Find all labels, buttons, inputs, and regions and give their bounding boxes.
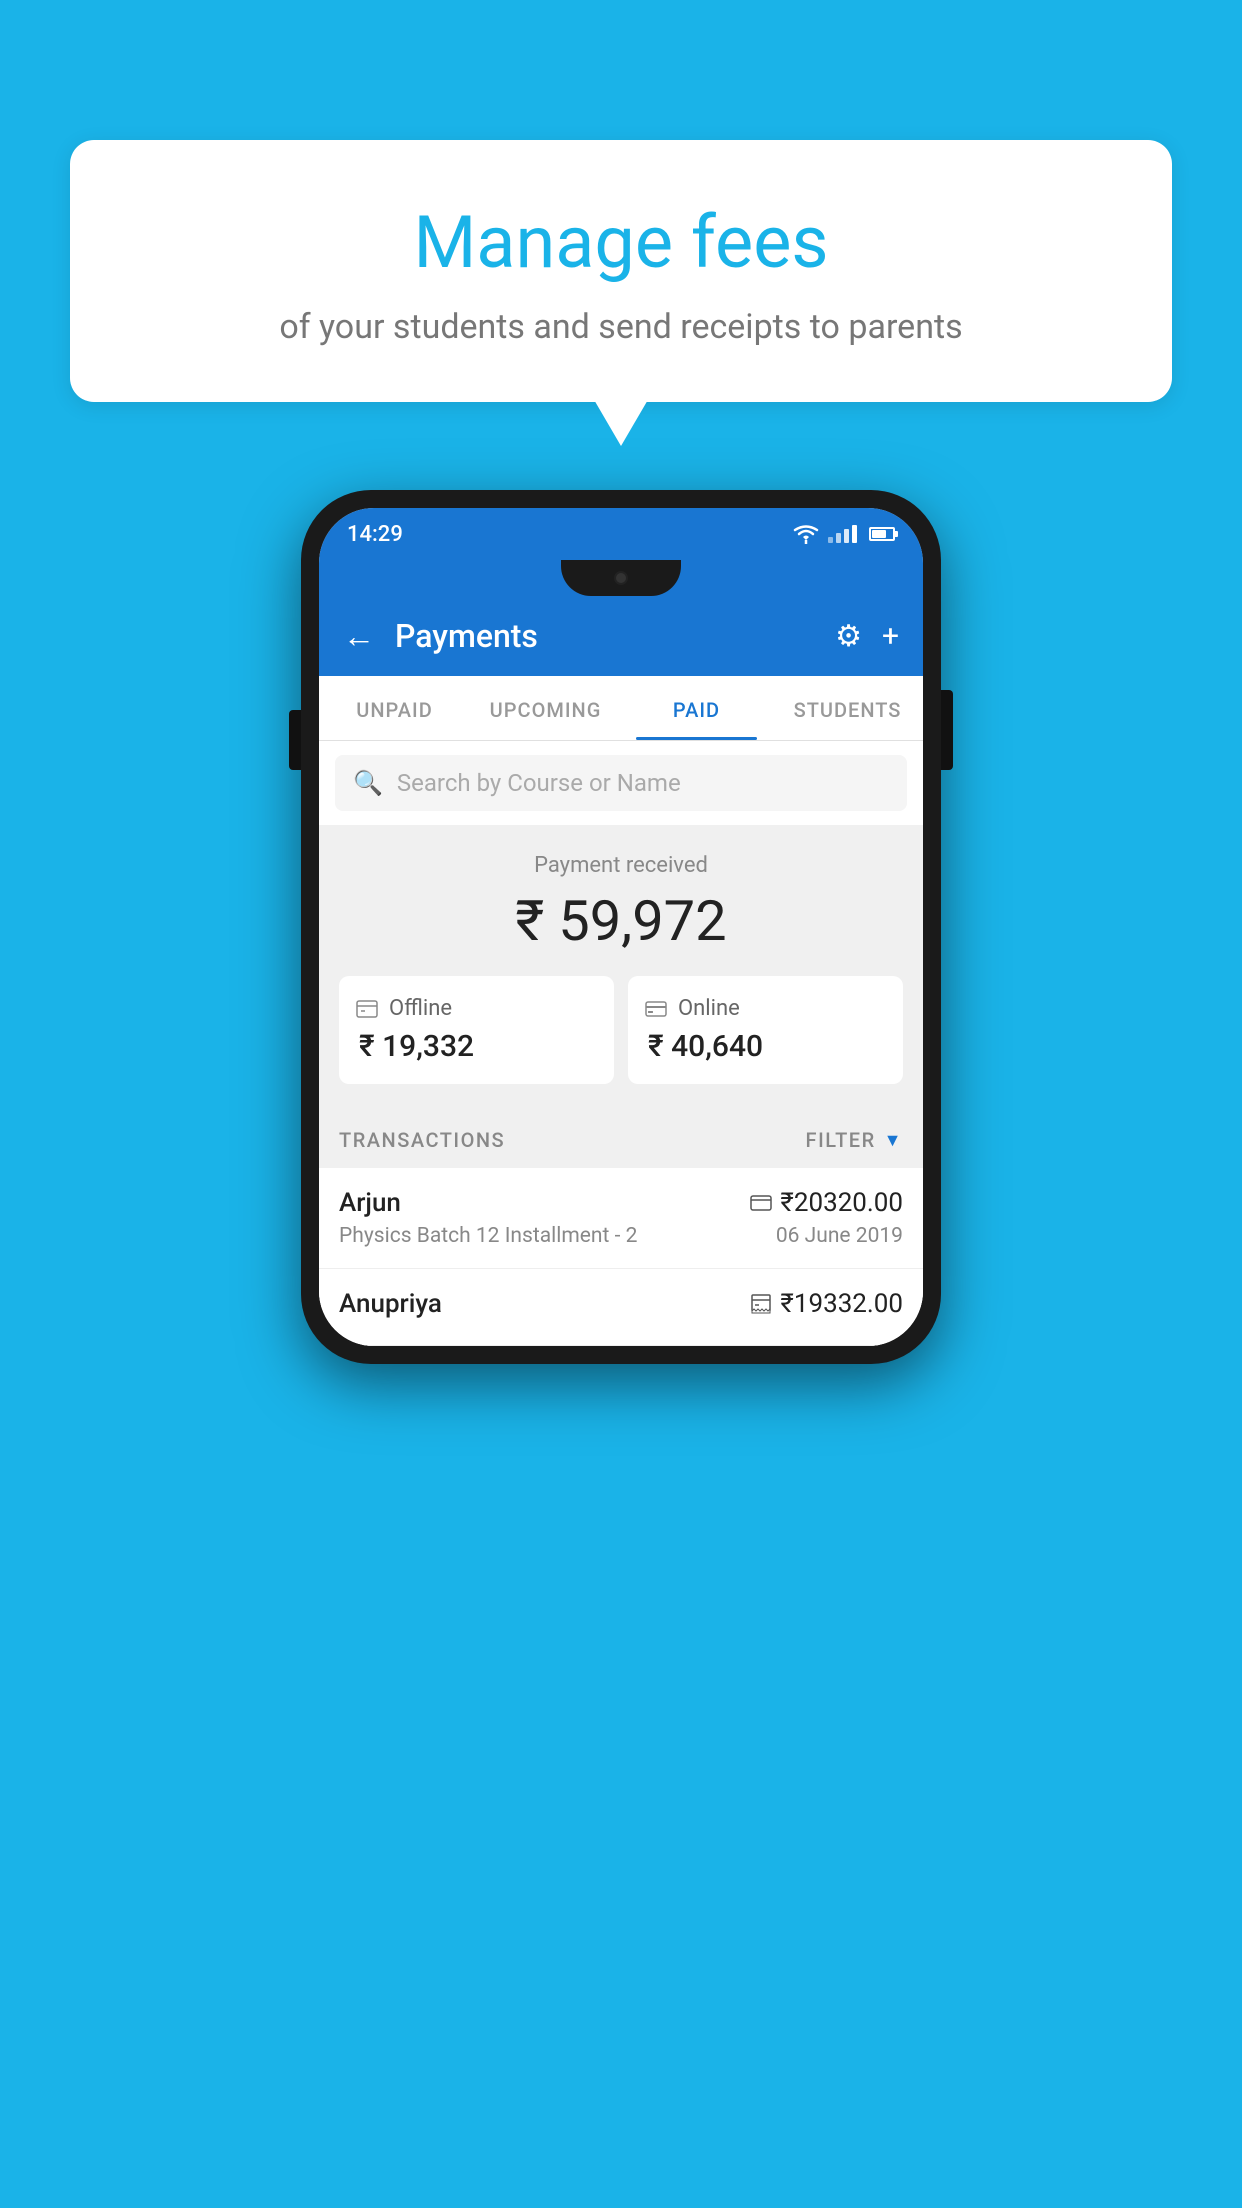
online-payment-icon: [644, 997, 668, 1021]
offline-label: Offline: [389, 996, 452, 1021]
transaction-amount: ₹20320.00: [780, 1188, 903, 1218]
notch-area: [319, 560, 923, 596]
tab-unpaid[interactable]: UNPAID: [319, 676, 470, 740]
online-card: Online ₹ 40,640: [628, 976, 903, 1084]
wifi-icon: [792, 524, 820, 544]
online-card-top: Online: [644, 996, 887, 1021]
speech-bubble-container: Manage fees of your students and send re…: [70, 140, 1172, 402]
payment-summary: Payment received ₹ 59,972 O: [319, 825, 923, 1108]
payment-cards: Offline ₹ 19,332: [339, 976, 903, 1084]
tab-paid[interactable]: PAID: [621, 676, 772, 740]
notch: [561, 560, 681, 596]
transaction-name: Anupriya: [339, 1289, 442, 1319]
bubble-subtitle: of your students and send receipts to pa…: [120, 307, 1122, 347]
bubble-title: Manage fees: [120, 200, 1122, 285]
signal-icon: [828, 525, 857, 543]
app-bar-title: Payments: [395, 617, 815, 655]
transaction-payment-type-icon: [750, 1195, 772, 1211]
add-icon[interactable]: +: [882, 619, 899, 654]
filter-icon: ▼: [884, 1130, 903, 1151]
content-area: 🔍 Search by Course or Name Payment recei…: [319, 741, 923, 1346]
transaction-offline-icon: [750, 1294, 772, 1314]
settings-icon[interactable]: ⚙: [835, 619, 862, 654]
phone-frame: 14:29: [301, 490, 941, 1364]
search-box[interactable]: 🔍 Search by Course or Name: [335, 755, 907, 811]
transaction-amount-wrap: ₹19332.00: [750, 1289, 903, 1319]
back-button[interactable]: ←: [343, 617, 375, 655]
phone-outer: 14:29: [301, 490, 941, 1364]
transactions-header: TRANSACTIONS FILTER ▼: [319, 1108, 923, 1168]
app-bar: ← Payments ⚙ +: [319, 596, 923, 676]
transactions-label: TRANSACTIONS: [339, 1128, 505, 1152]
transaction-course: Physics Batch 12 Installment - 2: [339, 1224, 637, 1248]
offline-card-top: Offline: [355, 996, 598, 1021]
table-row[interactable]: Arjun ₹20320.00 Physics Batch 12 Install…: [319, 1168, 923, 1269]
search-container: 🔍 Search by Course or Name: [319, 741, 923, 825]
offline-payment-icon: [355, 997, 379, 1021]
search-input[interactable]: Search by Course or Name: [397, 769, 681, 797]
tab-students[interactable]: STUDENTS: [772, 676, 923, 740]
offline-amount: ₹ 19,332: [355, 1029, 598, 1064]
transaction-amount: ₹19332.00: [780, 1289, 903, 1319]
online-label: Online: [678, 996, 740, 1021]
battery-icon: [869, 527, 895, 541]
transaction-name: Arjun: [339, 1188, 401, 1218]
phone-screen: 14:29: [319, 508, 923, 1346]
status-time: 14:29: [347, 522, 403, 547]
status-icons: [792, 524, 895, 544]
search-icon: 🔍: [353, 769, 383, 797]
speech-bubble: Manage fees of your students and send re…: [70, 140, 1172, 402]
filter-button[interactable]: FILTER ▼: [806, 1128, 903, 1152]
transaction-amount-wrap: ₹20320.00: [750, 1188, 903, 1218]
camera-dot: [614, 571, 628, 585]
app-bar-actions: ⚙ +: [835, 619, 899, 654]
online-amount: ₹ 40,640: [644, 1029, 887, 1064]
transaction-date: 06 June 2019: [776, 1224, 903, 1248]
filter-label: FILTER: [806, 1128, 876, 1152]
table-row[interactable]: Anupriya ₹19332.00: [319, 1269, 923, 1346]
status-bar: 14:29: [319, 508, 923, 560]
tabs-bar: UNPAID UPCOMING PAID STUDENTS: [319, 676, 923, 741]
tab-upcoming[interactable]: UPCOMING: [470, 676, 621, 740]
transaction-top: Anupriya ₹19332.00: [339, 1289, 903, 1319]
payment-received-label: Payment received: [339, 853, 903, 878]
transaction-top: Arjun ₹20320.00: [339, 1188, 903, 1218]
payment-total-amount: ₹ 59,972: [339, 888, 903, 954]
offline-card: Offline ₹ 19,332: [339, 976, 614, 1084]
transaction-bottom: Physics Batch 12 Installment - 2 06 June…: [339, 1224, 903, 1248]
